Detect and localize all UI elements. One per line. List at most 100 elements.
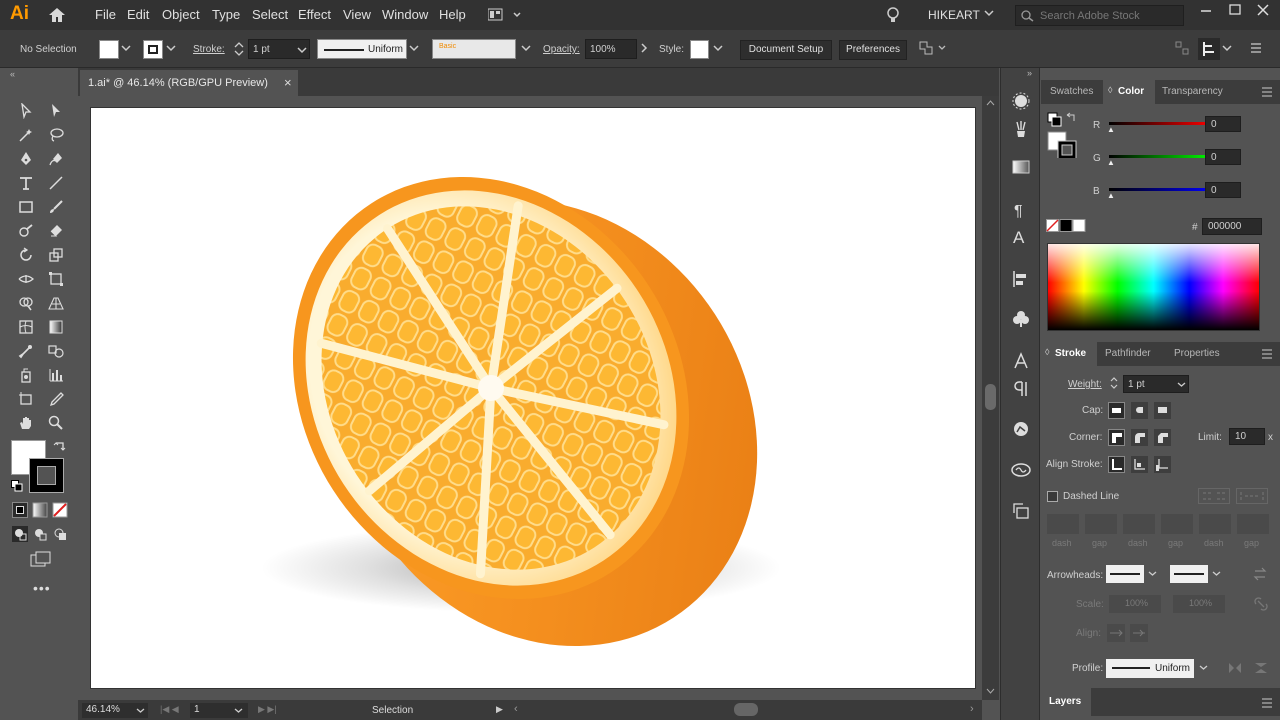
- scroll-right-icon[interactable]: ›: [970, 703, 974, 715]
- blend-tool-icon[interactable]: [44, 340, 68, 362]
- magic-wand-tool-icon[interactable]: [14, 124, 38, 146]
- arrow-align-place-button[interactable]: [1130, 624, 1148, 642]
- first-artboard-icon[interactable]: |◀ ◀: [160, 704, 179, 715]
- profile-select[interactable]: Uniform: [1106, 659, 1194, 678]
- selection-tool-icon[interactable]: [14, 100, 38, 122]
- menu-help[interactable]: Help: [439, 7, 466, 22]
- edit-toolbar-icon[interactable]: •••: [33, 580, 51, 596]
- preferences-button[interactable]: Preferences: [839, 40, 907, 60]
- close-tab-icon[interactable]: ×: [284, 75, 292, 90]
- none-mode-icon[interactable]: [52, 502, 68, 518]
- line-segment-tool-icon[interactable]: [44, 172, 68, 194]
- tab-stroke-active[interactable]: ◊ Stroke: [1041, 342, 1097, 366]
- draw-normal-icon[interactable]: [12, 526, 28, 542]
- align-center-button[interactable]: [1108, 456, 1125, 473]
- dash-2-input[interactable]: [1123, 514, 1155, 534]
- vertical-scroll-thumb[interactable]: [985, 384, 996, 410]
- document-tab[interactable]: 1.ai* @ 46.14% (RGB/GPU Preview) ×: [80, 70, 298, 96]
- symbol-sprayer-tool-icon[interactable]: [14, 364, 38, 386]
- arrow-align-extend-button[interactable]: [1107, 624, 1125, 642]
- image-trace-icon[interactable]: [1012, 420, 1030, 438]
- free-transform-tool-icon[interactable]: [44, 268, 68, 290]
- color-panel-fill-stroke[interactable]: [1047, 112, 1081, 158]
- stroke-dropdown-chevron-icon[interactable]: [166, 44, 176, 52]
- fill-color-swatch[interactable]: [99, 40, 119, 59]
- draw-inside-icon[interactable]: [52, 526, 68, 542]
- weight-input[interactable]: 1 pt: [1123, 375, 1189, 393]
- menu-file[interactable]: File: [95, 7, 116, 22]
- rotate-tool-icon[interactable]: [14, 244, 38, 266]
- b-value-input[interactable]: 0: [1205, 182, 1241, 198]
- status-menu-arrow-icon[interactable]: ▶: [496, 704, 503, 715]
- asset-export-icon[interactable]: [1012, 502, 1030, 520]
- color-spectrum[interactable]: [1047, 243, 1260, 331]
- gradient-panel-icon[interactable]: [1012, 160, 1030, 174]
- gradient-mode-icon[interactable]: [32, 502, 48, 518]
- align-icon[interactable]: [1175, 41, 1189, 55]
- b-slider-thumb[interactable]: ▲: [1107, 191, 1115, 200]
- start-arrowhead-select[interactable]: [1106, 565, 1144, 583]
- bevel-join-button[interactable]: [1154, 429, 1171, 446]
- chevron-down-icon[interactable]: [984, 9, 994, 17]
- fill-dropdown-chevron-icon[interactable]: [121, 44, 131, 52]
- menu-edit[interactable]: Edit: [127, 7, 149, 22]
- column-graph-tool-icon[interactable]: [44, 364, 68, 386]
- orange-half-artwork[interactable]: [91, 108, 977, 690]
- stroke-weight-stepper-icon[interactable]: [233, 39, 245, 59]
- home-icon[interactable]: [48, 7, 66, 23]
- tab-color-active[interactable]: ◊ Color: [1103, 80, 1155, 104]
- dash-3-input[interactable]: [1199, 514, 1231, 534]
- collapse-strip-icon[interactable]: »: [1027, 68, 1032, 78]
- paintbrush-tool-icon[interactable]: [44, 196, 68, 218]
- variable-width-profile-select[interactable]: Uniform: [317, 39, 407, 59]
- shape-builder-tool-icon[interactable]: [14, 292, 38, 314]
- menu-type[interactable]: Type: [212, 7, 240, 22]
- menu-object[interactable]: Object: [162, 7, 200, 22]
- mesh-tool-icon[interactable]: [14, 316, 38, 338]
- menu-window[interactable]: Window: [382, 7, 428, 22]
- scroll-left-icon[interactable]: ‹: [514, 703, 518, 715]
- rectangle-tool-icon[interactable]: [14, 196, 38, 218]
- lasso-tool-icon[interactable]: [44, 124, 68, 146]
- character-styles-icon[interactable]: [1012, 352, 1030, 370]
- gap-2-input[interactable]: [1161, 514, 1193, 534]
- collapse-toolbar-icon[interactable]: «: [10, 69, 15, 79]
- opacity-label[interactable]: Opacity:: [543, 44, 580, 55]
- dash-1-input[interactable]: [1047, 514, 1079, 534]
- brushes-icon[interactable]: [1012, 120, 1030, 138]
- symbols-icon[interactable]: [1012, 310, 1030, 328]
- align-outside-button[interactable]: [1154, 456, 1171, 473]
- transform-panel-icon[interactable]: [1198, 38, 1220, 60]
- projecting-cap-button[interactable]: [1154, 402, 1171, 419]
- swap-fill-stroke-icon[interactable]: [53, 440, 67, 454]
- tab-properties[interactable]: Properties: [1174, 348, 1220, 359]
- arrange-documents-icon[interactable]: [917, 39, 947, 57]
- r-slider-track[interactable]: [1109, 122, 1213, 125]
- gradient-tool-icon[interactable]: [44, 316, 68, 338]
- lightbulb-icon[interactable]: [885, 6, 901, 24]
- horizontal-scroll-thumb[interactable]: [734, 703, 758, 716]
- menu-effect[interactable]: Effect: [298, 7, 331, 22]
- gap-1-input[interactable]: [1085, 514, 1117, 534]
- round-cap-button[interactable]: [1131, 402, 1148, 419]
- paragraph-icon[interactable]: ¶: [1014, 203, 1023, 221]
- eyedropper-tool-icon[interactable]: [14, 340, 38, 362]
- b-slider-track[interactable]: [1109, 188, 1213, 191]
- tab-transparency[interactable]: Transparency: [1162, 86, 1223, 97]
- artboard-navigation-select[interactable]: 1: [190, 703, 248, 718]
- curvature-tool-icon[interactable]: [44, 148, 68, 170]
- stroke-swatch-large[interactable]: [29, 458, 64, 493]
- artboard[interactable]: [90, 107, 976, 689]
- type-tool-icon[interactable]: [14, 172, 38, 194]
- weight-stepper-icon[interactable]: [1109, 374, 1119, 392]
- opacity-arrow-icon[interactable]: [640, 43, 648, 53]
- user-name[interactable]: HIKEART: [928, 8, 980, 22]
- align-inside-button[interactable]: [1131, 456, 1148, 473]
- eraser-tool-icon[interactable]: [44, 220, 68, 242]
- butt-cap-button[interactable]: [1108, 402, 1125, 419]
- align-dash-button[interactable]: [1236, 488, 1268, 504]
- zoom-level-select[interactable]: 46.14%: [82, 703, 148, 718]
- round-join-button[interactable]: [1131, 429, 1148, 446]
- r-slider-thumb[interactable]: ▲: [1107, 125, 1115, 134]
- close-window-button[interactable]: [1254, 2, 1272, 18]
